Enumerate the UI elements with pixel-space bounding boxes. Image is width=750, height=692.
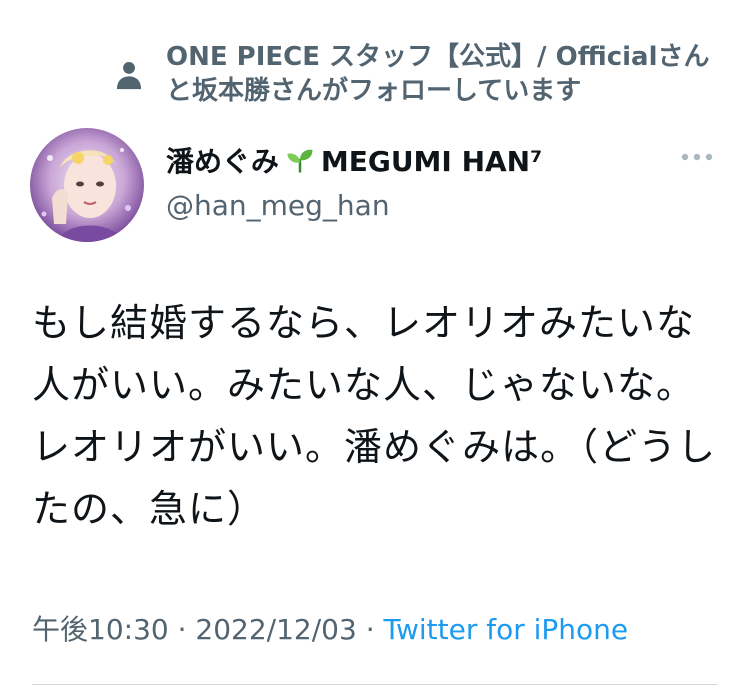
meta-separator: ·: [356, 613, 384, 646]
divider: [32, 684, 718, 685]
social-context[interactable]: ONE PIECE スタッフ【公式】/ Officialさんと坂本勝さんがフォロ…: [112, 40, 732, 108]
display-name-suffix: MEGUMI HAN⁷: [320, 145, 543, 178]
tweet-source-link[interactable]: Twitter for iPhone: [384, 613, 629, 646]
display-name[interactable]: 潘めぐみ MEGUMI HAN⁷: [166, 142, 542, 182]
user-handle[interactable]: @han_meg_han: [166, 186, 542, 226]
meta-separator: ·: [168, 613, 196, 646]
avatar-image: [30, 128, 144, 242]
tweet-date[interactable]: 2022/12/03: [195, 613, 356, 646]
person-icon: [116, 61, 142, 90]
tweet-meta: 午後10:30 · 2022/12/03 · Twitter for iPhon…: [32, 610, 628, 650]
tweet-time[interactable]: 午後10:30: [32, 613, 169, 646]
tweet-header: 潘めぐみ MEGUMI HAN⁷ @han_meg_han: [30, 128, 730, 248]
more-options-icon[interactable]: [680, 152, 714, 162]
tweet-text: もし結婚するなら、レオリオみたいな人がいい。みたいな人、じゃないな。レオリオがい…: [32, 301, 717, 531]
sprout-icon: [287, 149, 313, 173]
avatar[interactable]: [30, 128, 144, 242]
author-names[interactable]: 潘めぐみ MEGUMI HAN⁷ @han_meg_han: [166, 142, 542, 226]
social-context-text: ONE PIECE スタッフ【公式】/ Officialさんと坂本勝さんがフォロ…: [166, 42, 710, 106]
display-name-text: 潘めぐみ: [166, 145, 279, 178]
